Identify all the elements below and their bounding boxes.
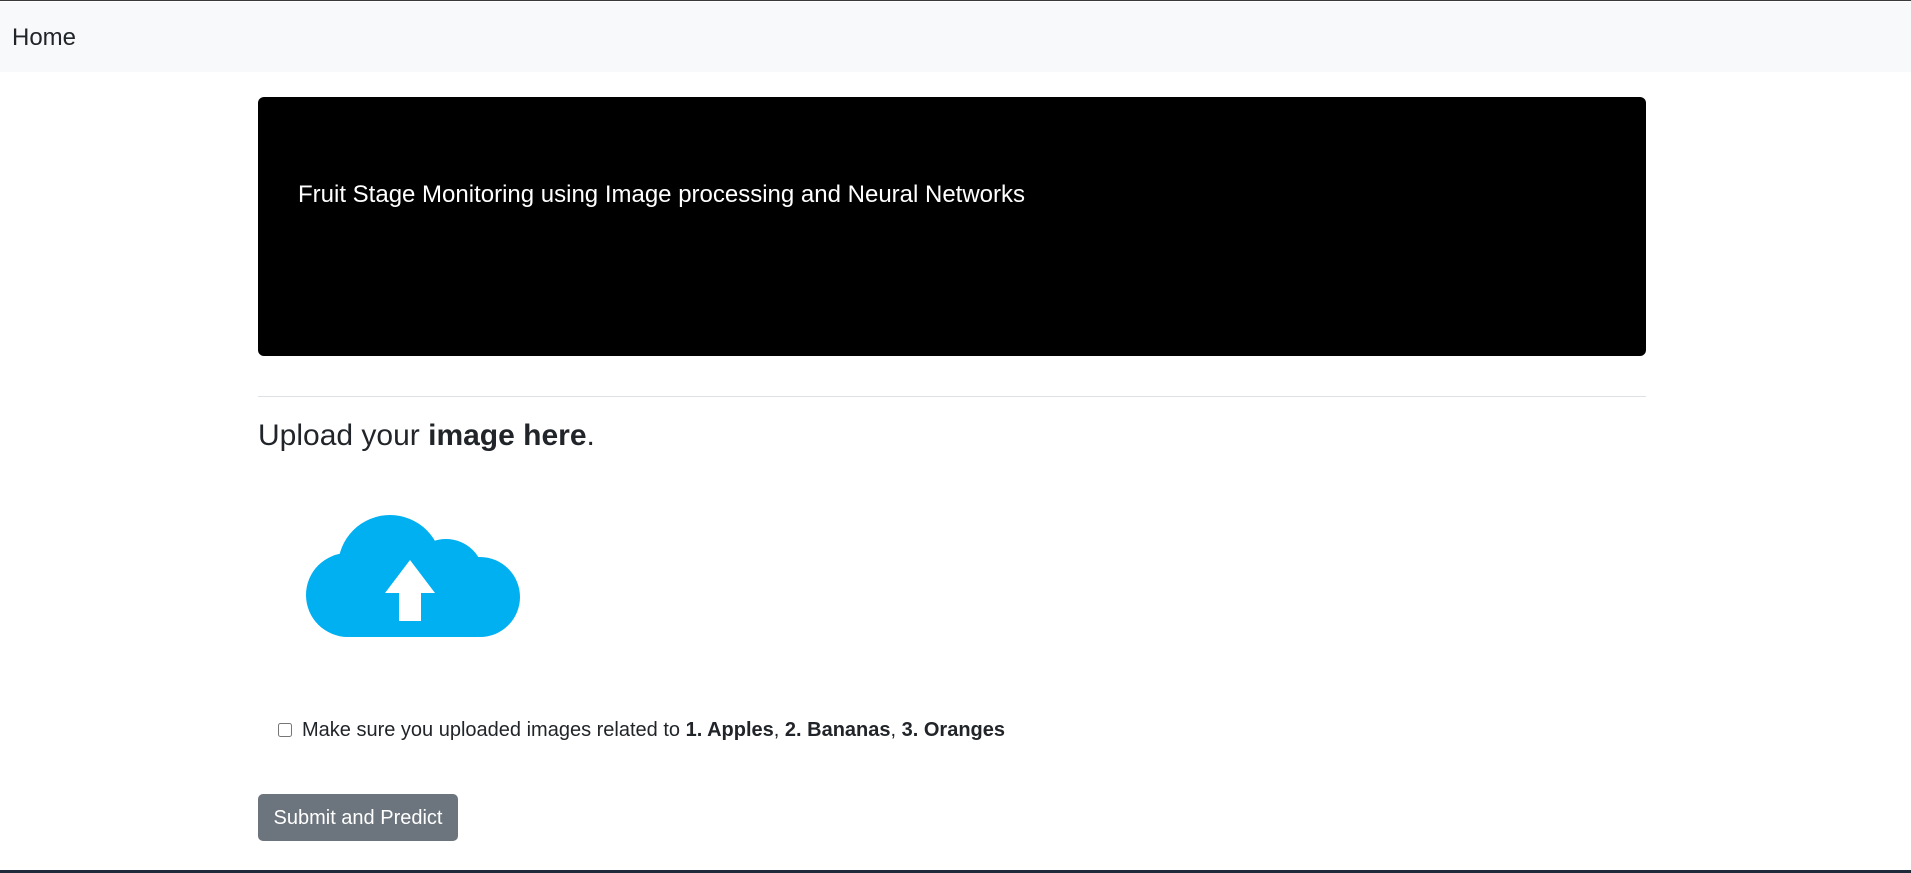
page: Home Fruit Stage Monitoring using Image … (0, 0, 1911, 873)
upload-heading: Upload your image here. (258, 418, 595, 454)
confirm-checkbox[interactable] (278, 723, 292, 737)
image-upload-area[interactable] (306, 515, 522, 639)
hero-title: Fruit Stage Monitoring using Image proce… (298, 181, 1026, 208)
nav-home-link[interactable]: Home (12, 24, 76, 52)
cloud-upload-icon[interactable] (306, 515, 522, 639)
fruit-item-apples: 1. Apples (685, 719, 774, 741)
upload-heading-bold: image here (428, 419, 587, 452)
confirm-row: Make sure you uploaded images related to… (277, 715, 1005, 745)
fruit-item-oranges: 3. Oranges (901, 719, 1006, 741)
upload-heading-prefix: Upload your (258, 419, 429, 452)
navbar: Home (0, 2, 1911, 72)
submit-predict-button[interactable]: Submit and Predict (258, 794, 458, 841)
confirm-label: Make sure you uploaded images related to… (302, 718, 1005, 742)
confirm-label-prefix: Make sure you uploaded images related to (302, 719, 686, 741)
fruit-separator: , (890, 719, 902, 741)
upload-heading-suffix: . (586, 419, 595, 452)
fruit-item-bananas: 2. Bananas (784, 719, 891, 741)
section-divider (258, 396, 1646, 397)
fruit-separator: , (773, 719, 785, 741)
hero-banner: Fruit Stage Monitoring using Image proce… (258, 97, 1646, 356)
